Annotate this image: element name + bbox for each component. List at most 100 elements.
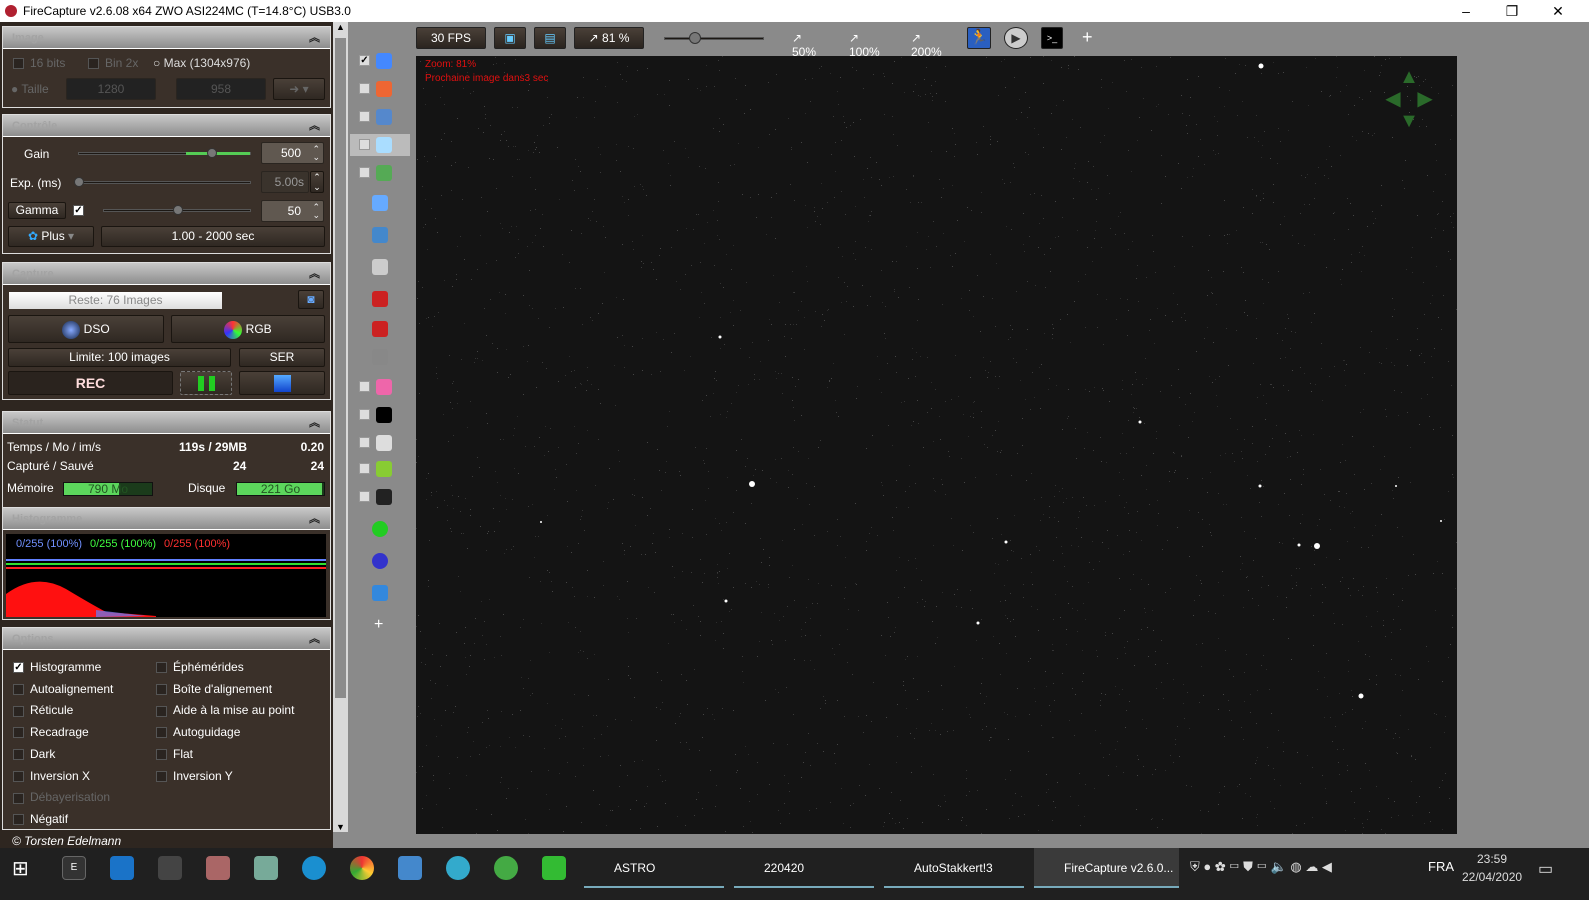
stop-button[interactable] — [239, 371, 325, 395]
mail-icon[interactable] — [110, 856, 134, 880]
close-button[interactable]: ✕ — [1535, 0, 1581, 22]
camera-settings-icon[interactable]: ◙ — [298, 290, 324, 309]
checkbox[interactable] — [13, 684, 24, 696]
option-checkbox[interactable]: Négatif — [13, 812, 68, 826]
checkbox[interactable] — [13, 749, 24, 761]
option-checkbox[interactable]: Éphémérides — [156, 660, 244, 674]
checkbox[interactable] — [156, 770, 167, 782]
maximize-button[interactable]: ❐ — [1489, 0, 1535, 22]
run-icon[interactable]: 🏃 — [967, 27, 991, 49]
camera-preview[interactable]: Zoom: 81% Prochaine image dans3 sec ▲ ◀ ▶… — [416, 56, 1457, 834]
option-checkbox[interactable]: Recadrage — [13, 725, 89, 739]
counter-tool[interactable] — [350, 486, 410, 508]
option-checkbox[interactable]: Inversion Y — [156, 769, 233, 783]
zoom-50-button[interactable]: ↗ 50% — [792, 31, 816, 59]
gamma-slider[interactable] — [103, 205, 251, 215]
scrollbar-thumb[interactable] — [335, 38, 346, 698]
collapse-icon[interactable]: ︽ — [309, 508, 320, 530]
plus-dropdown[interactable]: ✿ Plus ▾ — [8, 226, 94, 247]
option-checkbox[interactable]: ✓ Histogramme — [13, 660, 101, 674]
checkbox[interactable] — [359, 409, 370, 420]
zoom-100-button[interactable]: ↗ 100% — [849, 31, 880, 59]
terminal-icon[interactable]: >_ — [1041, 27, 1063, 49]
checkbox[interactable]: ✓ — [13, 662, 24, 674]
tray-icons[interactable]: ⛨ ● ✿ ▭ ⛊ ▭ 🔈 ◍ ☁ ◀ — [1190, 859, 1332, 875]
gain-slider-thumb[interactable] — [207, 148, 218, 158]
taskbar-app-firecapture[interactable]: FireCapture v2.6.0... — [1034, 848, 1179, 888]
fps-button[interactable]: 30 FPS — [416, 27, 486, 49]
collapse-icon[interactable]: ︽ — [309, 263, 320, 285]
focus-tool[interactable] — [350, 134, 410, 156]
exposure-spinner[interactable]: ⌃ ⌄ — [310, 171, 324, 193]
gamma-input[interactable]: 50 ⌃ ⌄ — [261, 200, 324, 222]
exposure-slider-thumb[interactable] — [74, 177, 84, 187]
option-checkbox[interactable]: Autoalignement — [13, 682, 113, 696]
checkbox[interactable] — [359, 167, 370, 178]
collapse-icon[interactable]: ︽ — [309, 628, 320, 650]
checkbox[interactable]: ✓ — [359, 55, 370, 66]
pause-button[interactable] — [180, 371, 232, 395]
zoom-200-button[interactable]: ↗ 200% — [911, 31, 942, 59]
app-icon[interactable] — [542, 856, 566, 880]
utorrent-icon[interactable] — [494, 856, 518, 880]
bin2x-checkbox[interactable]: Bin 2x — [88, 56, 138, 70]
checkbox[interactable] — [13, 792, 24, 804]
app-icon[interactable] — [446, 856, 470, 880]
exposure-range-button[interactable]: 1.00 - 2000 sec — [101, 226, 325, 247]
rgb-button[interactable]: RGB — [171, 315, 325, 343]
checkbox[interactable] — [13, 814, 24, 826]
dark-tool[interactable] — [350, 404, 410, 426]
panel-header[interactable]: Contrôle ︽ — [3, 115, 330, 137]
exposure-input[interactable]: 5.00s — [261, 171, 309, 193]
panel-header[interactable]: Histogramme ︽ — [3, 508, 330, 530]
color-tool[interactable] — [350, 376, 410, 398]
blue-ball-icon[interactable] — [350, 550, 410, 572]
panel-header[interactable]: Image ︽ — [3, 27, 330, 49]
panel-header[interactable]: Statut ︽ — [3, 412, 330, 434]
store-icon[interactable] — [158, 856, 182, 880]
collapse-icon[interactable]: ︽ — [309, 412, 320, 434]
gain-input[interactable]: 500 ⌃ ⌄ — [261, 142, 324, 164]
gamma-button[interactable]: Gamma — [8, 202, 66, 219]
checkbox[interactable] — [359, 463, 370, 474]
checkbox[interactable] — [359, 139, 370, 150]
roi-dropdown[interactable]: ➜ ▾ — [273, 78, 325, 100]
checkbox[interactable] — [13, 705, 24, 717]
gamma-slider-thumb[interactable] — [173, 205, 183, 215]
format-button[interactable]: SER — [239, 348, 325, 367]
checkbox[interactable] — [156, 705, 167, 717]
checkbox[interactable] — [156, 684, 167, 696]
option-checkbox[interactable]: Aide à la mise au point — [156, 703, 294, 717]
fullscreen-button[interactable]: ▤ — [534, 27, 566, 49]
chrome-icon[interactable] — [350, 856, 374, 880]
green-ball-icon[interactable] — [350, 518, 410, 540]
checkbox[interactable] — [13, 727, 24, 739]
panel-header[interactable]: Options ︽ — [3, 628, 330, 650]
grid-icon[interactable] — [350, 346, 410, 368]
option-checkbox[interactable]: Dark — [13, 747, 55, 761]
rec-button[interactable]: REC — [8, 371, 173, 395]
collapse-icon[interactable]: ︽ — [309, 115, 320, 137]
dso-button[interactable]: DSO — [8, 315, 164, 343]
move-tool[interactable] — [350, 162, 410, 184]
checkbox[interactable] — [359, 381, 370, 392]
app-icon[interactable] — [206, 856, 230, 880]
fit-screen-button[interactable]: ▣ — [494, 27, 526, 49]
gamma-checkbox[interactable]: ✓ — [73, 205, 84, 216]
edge-icon[interactable] — [302, 856, 326, 880]
option-checkbox[interactable]: Autoguidage — [156, 725, 240, 739]
option-checkbox[interactable]: Réticule — [13, 703, 73, 717]
trash-icon[interactable] — [350, 256, 410, 278]
zoom-slider[interactable] — [664, 32, 764, 44]
power-icon[interactable] — [350, 582, 410, 604]
replay-icon[interactable]: ▶ — [1004, 27, 1028, 49]
checkbox[interactable] — [359, 491, 370, 502]
taskbar-app-220420[interactable]: 220420 — [734, 848, 874, 888]
flat-tool[interactable] — [350, 432, 410, 454]
planet-tool[interactable] — [350, 458, 410, 480]
taskbar-app-astro[interactable]: ASTRO — [584, 848, 724, 888]
crosshair-tool[interactable] — [350, 78, 410, 100]
clock-date[interactable]: 22/04/2020 — [1462, 870, 1522, 884]
option-checkbox[interactable]: Inversion X — [13, 769, 90, 783]
checkbox[interactable] — [156, 662, 167, 674]
